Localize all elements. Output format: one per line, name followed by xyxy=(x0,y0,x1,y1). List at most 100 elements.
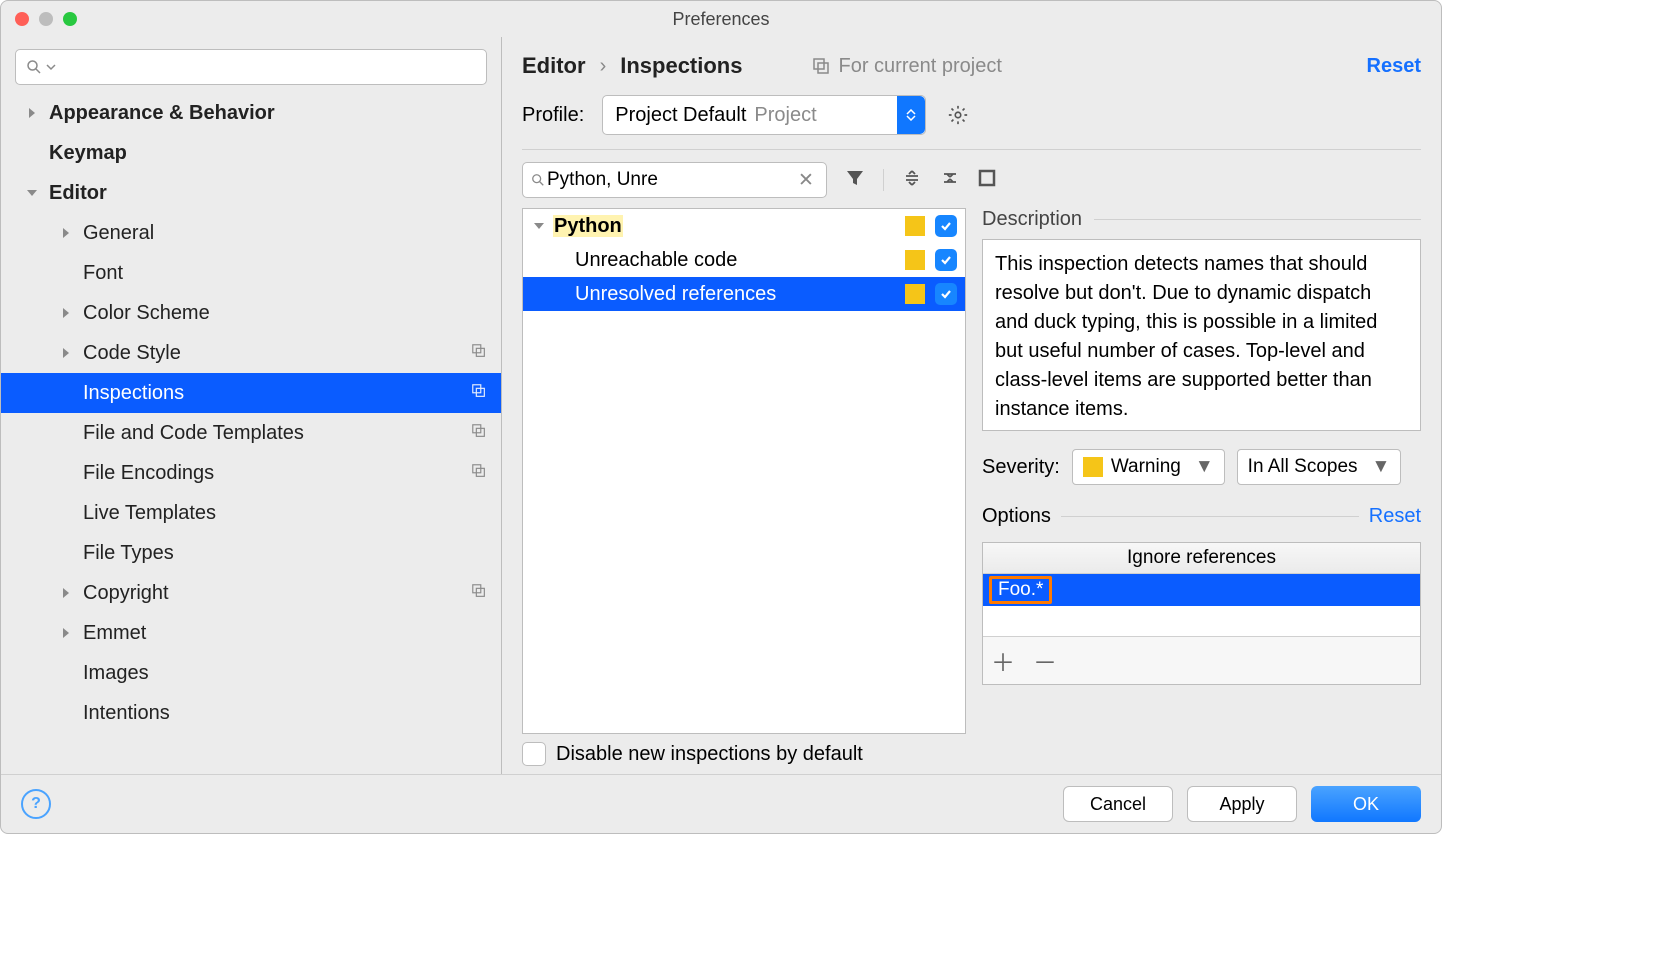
sidebar-item-color-scheme[interactable]: Color Scheme xyxy=(1,293,501,333)
description-text: This inspection detects names that shoul… xyxy=(982,239,1421,431)
sidebar-item-font[interactable]: Font xyxy=(1,253,501,293)
inspection-enable-checkbox[interactable] xyxy=(935,283,957,305)
sidebar-item-label: Intentions xyxy=(83,702,170,725)
inspection-category[interactable]: Python xyxy=(523,209,965,243)
expand-arrow-icon xyxy=(23,107,41,119)
inspection-list[interactable]: Python Unreachable codeUnresolved referen… xyxy=(522,208,966,734)
sidebar-item-file-and-code-templates[interactable]: File and Code Templates xyxy=(1,413,501,453)
breadcrumb-root[interactable]: Editor xyxy=(522,53,586,79)
disable-new-label: Disable new inspections by default xyxy=(556,743,863,766)
sidebar-item-label: Copyright xyxy=(83,582,169,605)
dialog-footer: ? Cancel Apply OK xyxy=(1,774,1441,833)
ignore-references-panel: Ignore references Foo.* ＋ － xyxy=(982,542,1421,685)
profile-select[interactable]: Project Default Project xyxy=(602,95,926,135)
ignore-reference-row[interactable]: Foo.* xyxy=(983,574,1420,606)
project-scope-icon xyxy=(471,342,487,365)
inspection-filter-input[interactable] xyxy=(545,168,794,192)
inspection-enable-checkbox[interactable] xyxy=(935,249,957,271)
sidebar-item-live-templates[interactable]: Live Templates xyxy=(1,493,501,533)
sidebar-item-inspections[interactable]: Inspections xyxy=(1,373,501,413)
sidebar-item-emmet[interactable]: Emmet xyxy=(1,613,501,653)
sidebar-item-label: Images xyxy=(83,662,149,685)
ignore-references-header: Ignore references xyxy=(983,543,1420,574)
sidebar-item-label: Appearance & Behavior xyxy=(49,102,275,125)
sidebar-item-label: Editor xyxy=(49,182,107,205)
breadcrumb-separator: › xyxy=(600,55,607,78)
options-title: Options xyxy=(982,505,1051,528)
options-reset-link[interactable]: Reset xyxy=(1369,505,1421,528)
sidebar-item-label: Inspections xyxy=(83,382,184,405)
preferences-window: Preferences Appearance & BehaviorKeymapE… xyxy=(0,0,1442,834)
profile-label: Profile: xyxy=(522,104,584,127)
expand-arrow-icon xyxy=(57,627,75,639)
collapse-all-button[interactable] xyxy=(940,168,960,193)
project-scope-icon xyxy=(471,462,487,485)
sidebar-item-label: File and Code Templates xyxy=(83,422,304,445)
severity-swatch-icon xyxy=(905,250,925,270)
sidebar-item-editor[interactable]: Editor xyxy=(1,173,501,213)
titlebar: Preferences xyxy=(1,1,1441,37)
sidebar-item-appearance-behavior[interactable]: Appearance & Behavior xyxy=(1,93,501,133)
disable-new-checkbox[interactable] xyxy=(522,742,546,766)
settings-search-input[interactable] xyxy=(60,56,476,78)
gear-icon xyxy=(947,104,969,126)
add-reference-button[interactable]: ＋ xyxy=(991,643,1015,678)
sidebar-item-label: General xyxy=(83,222,154,245)
sidebar-item-keymap[interactable]: Keymap xyxy=(1,133,501,173)
sidebar-item-label: Emmet xyxy=(83,622,146,645)
project-scope-icon xyxy=(471,582,487,605)
inspection-label: Python xyxy=(553,215,623,238)
sidebar-item-label: Font xyxy=(83,262,123,285)
sidebar-item-file-encodings[interactable]: File Encodings xyxy=(1,453,501,493)
sidebar-item-general[interactable]: General xyxy=(1,213,501,253)
expand-icon xyxy=(902,168,922,188)
breadcrumb-leaf: Inspections xyxy=(620,53,742,79)
inspection-item[interactable]: Unreachable code xyxy=(523,243,965,277)
chevron-down-icon xyxy=(46,62,56,72)
ok-button[interactable]: OK xyxy=(1311,786,1421,822)
sidebar-item-copyright[interactable]: Copyright xyxy=(1,573,501,613)
remove-reference-button[interactable]: － xyxy=(1033,643,1057,678)
main-panel: Editor › Inspections For current project… xyxy=(502,37,1441,774)
search-icon xyxy=(531,173,545,187)
profile-actions-button[interactable] xyxy=(944,101,972,129)
sidebar-item-images[interactable]: Images xyxy=(1,653,501,693)
sidebar-item-file-types[interactable]: File Types xyxy=(1,533,501,573)
expand-arrow-icon xyxy=(23,187,41,199)
reset-link[interactable]: Reset xyxy=(1367,55,1421,78)
sidebar: Appearance & Behavior Keymap Editor General… xyxy=(1,37,502,774)
apply-button[interactable]: Apply xyxy=(1187,786,1297,822)
search-icon xyxy=(26,59,42,75)
sidebar-item-code-style[interactable]: Code Style xyxy=(1,333,501,373)
inspection-filter[interactable]: ✕ xyxy=(522,162,827,198)
inspection-item[interactable]: Unresolved references xyxy=(523,277,965,311)
inspection-enable-checkbox[interactable] xyxy=(935,215,957,237)
filter-button[interactable] xyxy=(845,168,865,193)
description-title: Description xyxy=(982,208,1082,231)
sidebar-item-label: File Encodings xyxy=(83,462,214,485)
sidebar-item-label: Code Style xyxy=(83,342,181,365)
funnel-icon xyxy=(845,168,865,188)
cancel-button[interactable]: Cancel xyxy=(1063,786,1173,822)
reset-empty-button[interactable] xyxy=(978,169,996,192)
clear-filter-button[interactable]: ✕ xyxy=(794,169,818,192)
severity-swatch-icon xyxy=(905,216,925,236)
scope-select[interactable]: In All Scopes ▼ xyxy=(1237,449,1402,485)
chevron-down-icon: ▼ xyxy=(1372,456,1391,478)
expand-arrow-icon xyxy=(57,347,75,359)
ignore-reference-value[interactable]: Foo.* xyxy=(989,576,1052,604)
severity-select[interactable]: Warning ▼ xyxy=(1072,449,1225,485)
square-icon xyxy=(978,169,996,187)
severity-swatch-icon xyxy=(905,284,925,304)
settings-tree[interactable]: Appearance & Behavior Keymap Editor General… xyxy=(1,93,501,774)
select-arrows-icon xyxy=(897,96,925,134)
expand-arrow-icon xyxy=(57,307,75,319)
sidebar-item-intentions[interactable]: Intentions xyxy=(1,693,501,733)
project-scope-icon xyxy=(471,382,487,405)
expand-arrow-icon xyxy=(531,220,547,232)
help-button[interactable]: ? xyxy=(21,789,51,819)
expand-all-button[interactable] xyxy=(902,168,922,193)
project-scope-icon xyxy=(471,422,487,445)
project-scope-icon xyxy=(812,57,830,75)
settings-search[interactable] xyxy=(15,49,487,85)
